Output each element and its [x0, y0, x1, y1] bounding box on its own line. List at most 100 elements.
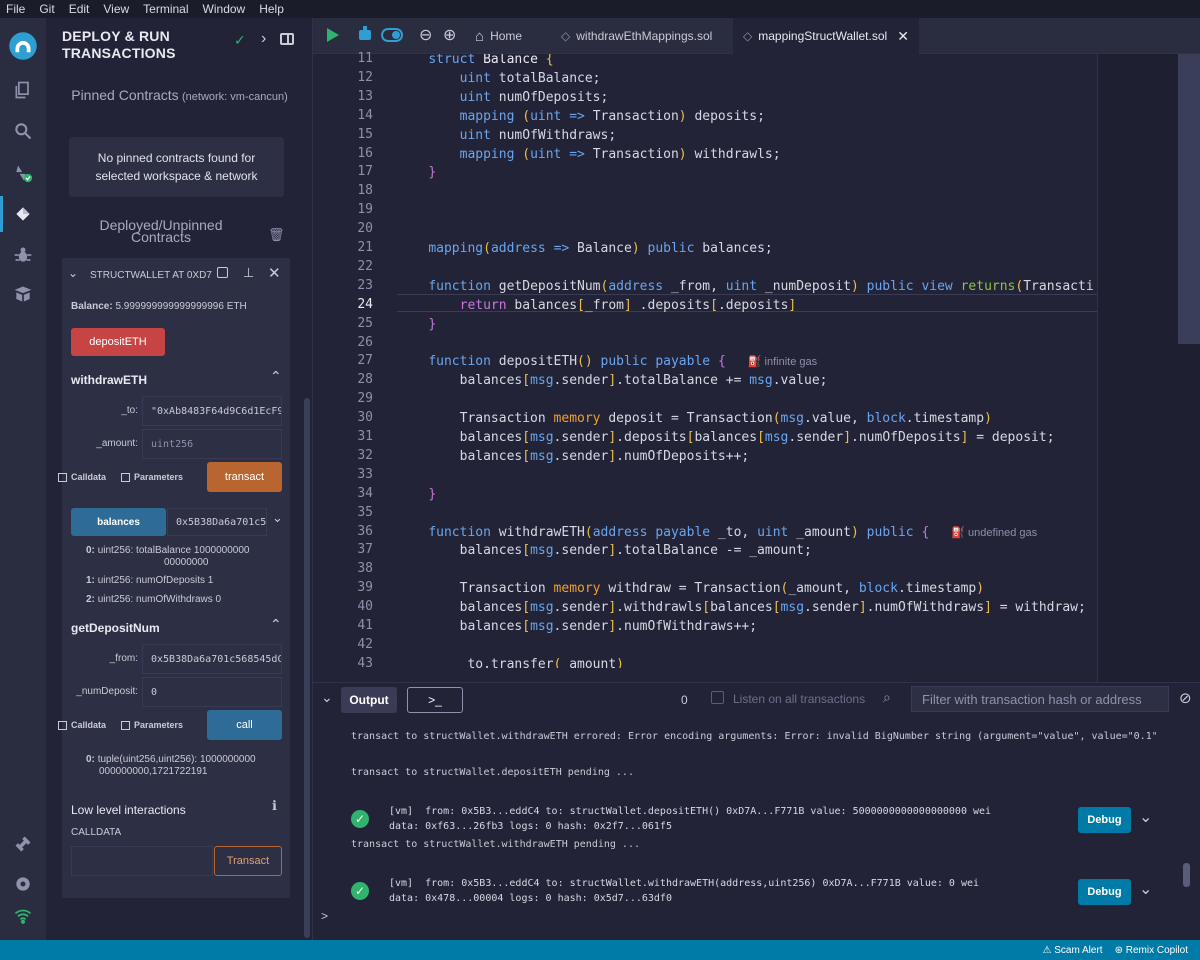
trash-icon[interactable]: 🗑	[268, 227, 285, 243]
search-icon[interactable]	[0, 113, 46, 149]
clear-console-icon[interactable]: ⊘	[1179, 689, 1192, 707]
line-number: 23	[357, 277, 373, 293]
line-number: 16	[357, 145, 373, 161]
panel-scrollbar[interactable]	[304, 398, 310, 938]
calldata-label: CALLDATA	[71, 827, 122, 838]
balances-button[interactable]: balances	[71, 508, 166, 536]
code-line: balances[msg.sender].deposits[balances[m…	[397, 430, 1055, 445]
success-check-icon: ✓	[351, 882, 369, 900]
tab-withdraw-eth-mappings[interactable]: ◇ withdrawEthMappings.sol	[551, 18, 722, 54]
expand-tx-icon[interactable]: ⌄	[1139, 807, 1152, 827]
menu-help[interactable]: Help	[259, 2, 284, 16]
chevron-down-icon[interactable]: ⌄	[68, 266, 78, 280]
menu-view[interactable]: View	[103, 2, 129, 16]
chevron-right-icon[interactable]: ›	[261, 30, 266, 48]
scam-alert[interactable]: ⚠ Scam Alert	[1042, 945, 1102, 956]
call-button[interactable]: call	[207, 710, 282, 740]
solidity-compiler-icon[interactable]	[0, 155, 46, 191]
remix-logo-icon[interactable]	[0, 24, 46, 68]
line-number: 27	[357, 353, 373, 369]
parameters-copy[interactable]: Parameters	[121, 472, 183, 482]
wifi-icon[interactable]	[0, 898, 46, 934]
terminal-prompt[interactable]: >	[321, 909, 328, 923]
menu-window[interactable]: Window	[203, 2, 246, 16]
zoom-out-icon[interactable]: ⊖	[419, 25, 432, 45]
run-script-icon[interactable]	[327, 28, 339, 42]
file-explorer-icon[interactable]	[0, 72, 46, 108]
learneth-icon[interactable]	[0, 276, 46, 312]
from-label: _from:	[109, 653, 138, 664]
line-number: 42	[357, 636, 373, 652]
num-deposit-input[interactable]: 0	[142, 677, 282, 707]
remix-copilot[interactable]: ⊛ Remix Copilot	[1115, 945, 1188, 956]
minimap-slider[interactable]	[1178, 54, 1200, 344]
info-icon[interactable]: ℹ	[272, 798, 277, 814]
code-line: }	[428, 165, 437, 181]
tx2-summary: [vm] from: 0x5B3...eddC4 to: structWalle…	[389, 878, 980, 889]
chevron-down-icon[interactable]: ⌄	[272, 510, 283, 526]
tab-home[interactable]: ⌂ Home	[465, 18, 532, 54]
expand-tx-icon[interactable]: ⌄	[1139, 879, 1152, 899]
code-line: struct Balance {	[428, 54, 554, 67]
amount-input[interactable]: uint256	[142, 429, 282, 459]
code-line: mapping(address => Balance) public balan…	[428, 241, 773, 256]
transact-button[interactable]: transact	[207, 462, 282, 492]
chevron-up-icon[interactable]: ⌃	[270, 368, 282, 385]
copy-icon[interactable]	[217, 267, 228, 278]
code-editor[interactable]: struct Balance { uint totalBalance; uint…	[397, 54, 1097, 668]
parameters-copy[interactable]: Parameters	[121, 720, 183, 730]
calldata-input[interactable]	[71, 846, 213, 876]
menu-terminal[interactable]: Terminal	[143, 2, 188, 16]
copy-icon	[58, 720, 67, 730]
minimap[interactable]	[1097, 54, 1200, 682]
balances-input[interactable]: 0x5B38Da6a701c56	[167, 508, 267, 536]
code-line: balances[msg.sender].numOfWithdraws++;	[397, 619, 758, 634]
get-deposit-output: 0: tuple(uint256,uint256): 1000000000	[86, 754, 256, 765]
debugger-icon[interactable]	[0, 237, 46, 273]
contract-name: STRUCTWALLET AT 0XD7	[90, 270, 212, 281]
tab-mapping-struct-wallet[interactable]: ◇ mappingStructWallet.sol ✕	[733, 18, 919, 54]
line-number: 20	[357, 221, 373, 237]
code-line: function getDepositNum(address _from, ui…	[428, 278, 1094, 294]
zoom-in-icon[interactable]: ⊕	[443, 25, 456, 45]
autocompile-toggle-icon[interactable]	[381, 28, 403, 42]
low-level-transact-button[interactable]: Transact	[214, 846, 282, 876]
panel-toggle-icon[interactable]	[280, 33, 294, 45]
to-input[interactable]: "0xAb8483F64d9C6d1EcF9b8	[142, 396, 282, 426]
prompt-tab[interactable]: >_	[407, 687, 463, 713]
pin-icon[interactable]: ⊥	[243, 265, 254, 281]
line-number: 30	[357, 410, 373, 426]
filter-input[interactable]: Filter with transaction hash or address	[911, 686, 1169, 712]
balances-output-0: 0: uint256: totalBalance 1000000000	[86, 545, 250, 556]
line-number: 31	[357, 429, 373, 444]
close-tab-icon[interactable]: ✕	[897, 28, 909, 45]
output-tab[interactable]: Output	[341, 687, 397, 713]
line-number: 39	[357, 580, 373, 596]
debug-button[interactable]: Debug	[1078, 807, 1131, 833]
calldata-copy[interactable]: Calldata	[58, 472, 106, 482]
debug-button[interactable]: Debug	[1078, 879, 1131, 905]
close-icon[interactable]: ✕	[268, 264, 281, 282]
menu-edit[interactable]: Edit	[69, 2, 90, 16]
settings-gear-icon[interactable]	[0, 866, 46, 902]
terminal-scrollbar[interactable]	[1183, 863, 1190, 887]
from-input[interactable]: 0x5B38Da6a701c568545dCfc	[142, 644, 282, 674]
solidity-file-icon: ◇	[561, 29, 571, 43]
line-number: 33	[357, 466, 373, 482]
plugin-manager-icon[interactable]	[0, 826, 46, 862]
menu-git[interactable]: Git	[39, 2, 54, 16]
log-pending-withdraw: transact to structWallet.withdrawETH pen…	[351, 839, 640, 850]
listen-checkbox[interactable]	[711, 691, 724, 704]
code-line: balances[msg.sender].numOfDeposits++;	[397, 448, 750, 464]
deploy-run-icon[interactable]	[0, 196, 46, 232]
chevron-up-icon[interactable]: ⌃	[270, 616, 282, 633]
calldata-copy[interactable]: Calldata	[58, 720, 106, 730]
chevron-down-icon[interactable]: ⌄	[321, 689, 333, 706]
menu-file[interactable]: File	[6, 2, 25, 16]
gas-estimate-hint: ⛽ infinite gas	[747, 356, 818, 369]
low-level-heading: Low level interactions	[71, 803, 186, 817]
num-deposit-label: _numDeposit:	[76, 686, 138, 697]
robot-icon[interactable]	[357, 26, 373, 44]
copy-icon	[121, 720, 130, 730]
deposit-eth-button[interactable]: depositETH	[71, 328, 165, 356]
